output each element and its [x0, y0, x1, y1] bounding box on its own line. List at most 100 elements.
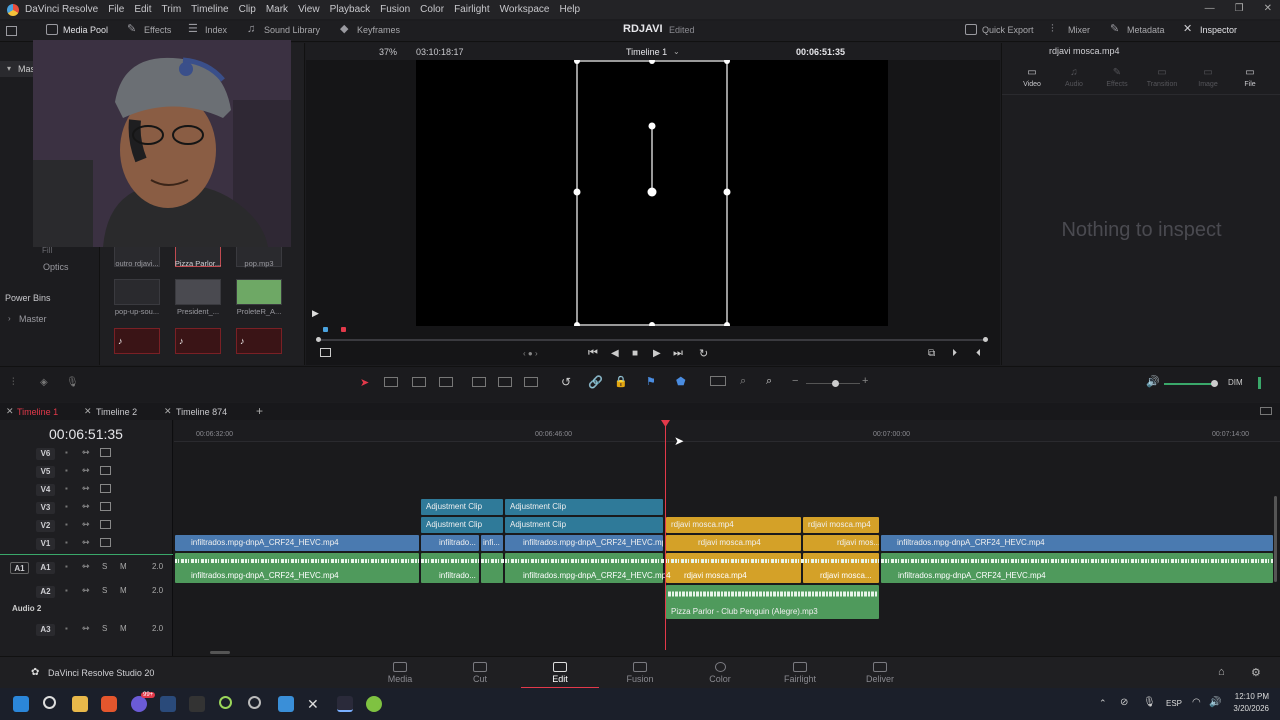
stop-icon[interactable]: ■ [632, 348, 638, 359]
clip-thumbnail[interactable] [175, 279, 221, 305]
quick-export-button[interactable]: Quick Export [965, 24, 1034, 35]
flag-icon[interactable]: ⚑ [646, 375, 656, 388]
menu-color[interactable]: Color [420, 4, 444, 15]
marker-icon[interactable]: ⬟ [676, 375, 686, 388]
video-clip[interactable]: infiltrado... [421, 535, 479, 551]
video-clip[interactable]: rdjavi mosca.mp4 [666, 535, 801, 551]
resolve-taskbar-icon[interactable] [337, 696, 353, 712]
play-reverse-icon[interactable]: ◀ [611, 348, 619, 359]
menu-view[interactable]: View [298, 4, 320, 15]
language-indicator[interactable]: ESP [1166, 699, 1182, 708]
track-visibility-icon[interactable] [100, 538, 111, 547]
dim-button[interactable]: DIM [1228, 378, 1243, 387]
windows-start-icon[interactable] [13, 696, 29, 712]
menu-clip[interactable]: Clip [239, 4, 256, 15]
overwrite-clip-icon[interactable] [498, 377, 512, 387]
playhead[interactable] [665, 422, 666, 650]
auto-select-icon[interactable]: ⇿ [82, 465, 90, 476]
auto-select-icon[interactable]: ⇿ [82, 561, 90, 572]
snapping-icon[interactable]: ↺ [561, 375, 571, 389]
keyframes-button[interactable]: ◆ Keyframes [340, 24, 400, 35]
go-to-end-icon[interactable]: ⏭ [673, 347, 683, 360]
auto-select-icon[interactable]: ⇿ [82, 501, 90, 512]
jog-icon[interactable]: ‹ ● › [523, 349, 538, 358]
safe-area-icon[interactable] [320, 348, 331, 357]
viewer-canvas[interactable] [416, 60, 888, 326]
mute-button[interactable]: M [120, 562, 127, 571]
track-visibility-icon[interactable] [100, 484, 111, 493]
scrubber-end-handle[interactable] [983, 337, 988, 342]
maximize-icon[interactable]: ❐ [1235, 3, 1244, 14]
minimize-icon[interactable]: — [1205, 3, 1215, 14]
track-visibility-icon[interactable] [100, 466, 111, 475]
sound-library-button[interactable]: ♫ Sound Library [247, 24, 320, 35]
menu-fusion[interactable]: Fusion [380, 4, 410, 15]
timeline-ruler[interactable] [174, 420, 1280, 442]
tab-effects[interactable]: ✎ Effects [1104, 67, 1130, 89]
close-tab-icon[interactable]: ✕ [164, 406, 172, 417]
epic-games-icon[interactable] [189, 696, 205, 712]
adjustment-clip[interactable]: Adjustment Clip [505, 499, 663, 515]
video-clip[interactable]: infi... [481, 535, 503, 551]
video-clip[interactable]: rdjavi mos... [803, 535, 879, 551]
video-clip[interactable]: infiltrados.mpg-dnpA_CRF24_HEVC.mp4 [881, 535, 1273, 551]
menu-mark[interactable]: Mark [266, 4, 288, 15]
tab-timeline-1[interactable]: Timeline 1 [17, 407, 58, 417]
tab-audio[interactable]: ♫ Audio [1064, 67, 1084, 89]
steam-icon[interactable] [160, 696, 176, 712]
viewer-timeline-name[interactable]: Timeline 1 [626, 47, 667, 57]
next-edit-icon[interactable]: ⏵ [952, 348, 957, 359]
lock-icon[interactable]: ▪ [65, 448, 68, 457]
selection-tool-icon[interactable]: ➤ [360, 376, 369, 389]
clip-thumbnail[interactable] [114, 279, 160, 305]
page-deliver[interactable]: Deliver [841, 657, 919, 689]
volume-slider[interactable] [1164, 383, 1214, 385]
replace-clip-icon[interactable] [524, 377, 538, 387]
settings-gear-icon[interactable]: ⚙ [1251, 666, 1261, 679]
speaker-icon[interactable]: 🔊 [1209, 697, 1221, 708]
insert-clip-icon[interactable] [472, 377, 486, 387]
metadata-button[interactable]: ✎ Metadata [1110, 24, 1165, 35]
zoom-custom-icon[interactable]: ⌕ [766, 375, 772, 388]
clock-date[interactable]: 3/20/2026 [1229, 704, 1269, 713]
source-patch-a1[interactable]: A1 [10, 562, 29, 574]
tab-options-icon[interactable] [1260, 407, 1272, 415]
clock-time[interactable]: 12:10 PM [1231, 692, 1269, 701]
track-visibility-icon[interactable] [100, 502, 111, 511]
chevron-right-icon[interactable]: › [8, 314, 11, 323]
audio-clip-thumbnail[interactable]: ♪ [114, 328, 160, 354]
adjustment-clip[interactable]: Adjustment Clip [421, 499, 503, 515]
network-icon[interactable]: ⊘ [1120, 697, 1128, 708]
lock-icon[interactable]: ▪ [65, 586, 68, 595]
page-fairlight[interactable]: Fairlight [761, 657, 839, 689]
menu-help[interactable]: Help [559, 4, 580, 15]
zoom-out-icon[interactable]: − [792, 375, 798, 387]
zoom-in-icon[interactable]: + [862, 375, 868, 387]
page-cut[interactable]: Cut [441, 657, 519, 689]
horizontal-scrollbar[interactable] [210, 651, 230, 654]
video-clip[interactable]: rdjavi mosca.mp4 [803, 517, 879, 533]
playhead-marker[interactable] [341, 327, 346, 332]
auto-select-icon[interactable]: ⇿ [82, 623, 90, 634]
audio-clip-thumbnail[interactable]: ♪ [236, 328, 282, 354]
page-fusion[interactable]: Fusion [601, 657, 679, 689]
lock-icon[interactable]: ▪ [65, 466, 68, 475]
home-icon[interactable]: ⌂ [1218, 666, 1225, 678]
tab-timeline-2[interactable]: Timeline 2 [96, 407, 137, 417]
wifi-icon[interactable]: ◠ [1192, 697, 1201, 708]
match-frame-icon[interactable]: ⧉ [928, 348, 935, 359]
zoom-fit-icon[interactable] [710, 376, 726, 386]
close-tab-icon[interactable]: ✕ [84, 406, 92, 417]
loop-icon[interactable]: ↻ [699, 347, 708, 360]
lock-icon[interactable]: ▪ [65, 520, 68, 529]
view-options-icon[interactable]: ⫶ [12, 377, 15, 388]
inspector-button[interactable]: ✕ Inspector [1183, 24, 1237, 35]
menu-timeline[interactable]: Timeline [191, 4, 228, 15]
page-media[interactable]: Media [361, 657, 439, 689]
menu-trim[interactable]: Trim [162, 4, 182, 15]
lock-icon[interactable]: ▪ [65, 562, 68, 571]
chevron-down-icon[interactable]: ⌄ [673, 47, 680, 56]
mute-button[interactable]: M [120, 586, 127, 595]
track-visibility-icon[interactable] [100, 520, 111, 529]
collapse-icon[interactable]: ▾ [7, 64, 11, 73]
